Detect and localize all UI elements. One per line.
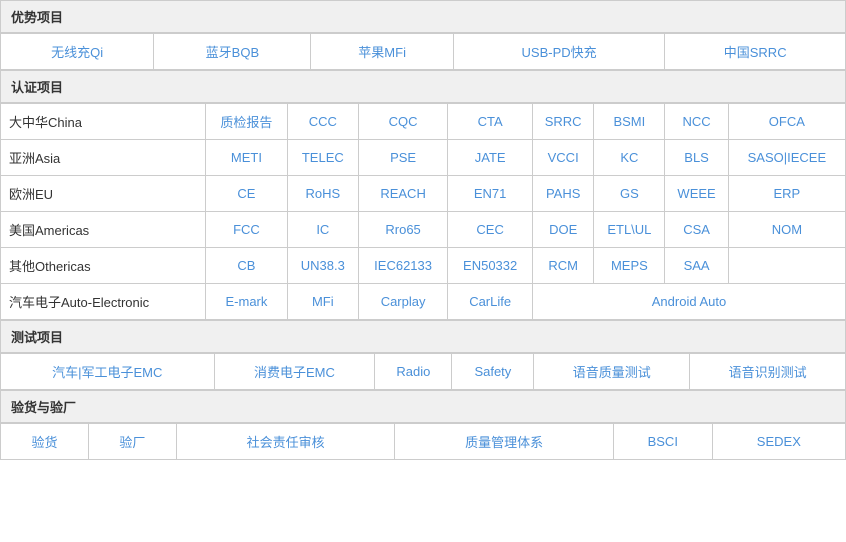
cert-label-other: 其他Othericas bbox=[1, 248, 206, 284]
cert-eu-2[interactable]: RoHS bbox=[287, 176, 358, 212]
cert-oth-4[interactable]: EN50332 bbox=[448, 248, 533, 284]
test-item-4[interactable]: Safety bbox=[452, 354, 534, 390]
inspection-title: 验货与验厂 bbox=[11, 400, 76, 415]
cert-eu-7[interactable]: WEEE bbox=[665, 176, 728, 212]
cert-china-3[interactable]: CQC bbox=[358, 104, 447, 140]
test-item-1[interactable]: 汽车|军工电子EMC bbox=[1, 354, 215, 390]
insp-item-1[interactable]: 验货 bbox=[1, 424, 89, 460]
advantages-table: 无线充Qi 蓝牙BQB 苹果MFi USB-PD快充 中国SRRC bbox=[0, 33, 846, 70]
advantages-header: 优势项目 bbox=[0, 0, 846, 33]
cert-row-china: 大中华China 质检报告 CCC CQC CTA SRRC BSMI NCC … bbox=[1, 104, 846, 140]
cert-am-8[interactable]: NOM bbox=[728, 212, 845, 248]
insp-item-5[interactable]: BSCI bbox=[613, 424, 712, 460]
cert-oth-7[interactable]: SAA bbox=[665, 248, 728, 284]
cert-auto-4[interactable]: CarLife bbox=[448, 284, 533, 320]
test-item-3[interactable]: Radio bbox=[375, 354, 452, 390]
adv-item-1[interactable]: 无线充Qi bbox=[1, 34, 154, 70]
cert-asia-6[interactable]: KC bbox=[594, 140, 665, 176]
testing-header: 测试项目 bbox=[0, 320, 846, 353]
inspection-section: 验货与验厂 验货 验厂 社会责任审核 质量管理体系 BSCI SEDEX bbox=[0, 390, 846, 460]
cert-row-other: 其他Othericas CB UN38.3 IEC62133 EN50332 R… bbox=[1, 248, 846, 284]
cert-china-4[interactable]: CTA bbox=[448, 104, 533, 140]
cert-label-asia: 亚洲Asia bbox=[1, 140, 206, 176]
insp-item-4[interactable]: 质量管理体系 bbox=[395, 424, 614, 460]
inspection-table: 验货 验厂 社会责任审核 质量管理体系 BSCI SEDEX bbox=[0, 423, 846, 460]
testing-section: 测试项目 汽车|军工电子EMC 消费电子EMC Radio Safety 语音质… bbox=[0, 320, 846, 390]
cert-asia-8[interactable]: SASO|IECEE bbox=[728, 140, 845, 176]
certification-section: 认证项目 大中华China 质检报告 CCC CQC CTA SRRC BSMI… bbox=[0, 70, 846, 320]
insp-item-2[interactable]: 验厂 bbox=[88, 424, 176, 460]
cert-am-2[interactable]: IC bbox=[287, 212, 358, 248]
cert-oth-8 bbox=[728, 248, 845, 284]
cert-asia-1[interactable]: METI bbox=[206, 140, 288, 176]
cert-eu-8[interactable]: ERP bbox=[728, 176, 845, 212]
cert-label-eu: 欧洲EU bbox=[1, 176, 206, 212]
cert-china-6[interactable]: BSMI bbox=[594, 104, 665, 140]
cert-asia-7[interactable]: BLS bbox=[665, 140, 728, 176]
cert-oth-3[interactable]: IEC62133 bbox=[358, 248, 447, 284]
certification-header: 认证项目 bbox=[0, 70, 846, 103]
inspection-row: 验货 验厂 社会责任审核 质量管理体系 BSCI SEDEX bbox=[1, 424, 846, 460]
testing-row: 汽车|军工电子EMC 消费电子EMC Radio Safety 语音质量测试 语… bbox=[1, 354, 846, 390]
cert-asia-2[interactable]: TELEC bbox=[287, 140, 358, 176]
cert-am-3[interactable]: Rro65 bbox=[358, 212, 447, 248]
insp-item-6[interactable]: SEDEX bbox=[712, 424, 845, 460]
cert-asia-5[interactable]: VCCI bbox=[532, 140, 593, 176]
cert-label-americas: 美国Americas bbox=[1, 212, 206, 248]
cert-china-1[interactable]: 质检报告 bbox=[206, 104, 288, 140]
cert-label-china: 大中华China bbox=[1, 104, 206, 140]
test-item-2[interactable]: 消费电子EMC bbox=[214, 354, 375, 390]
cert-auto-1[interactable]: E-mark bbox=[206, 284, 288, 320]
cert-am-5[interactable]: DOE bbox=[532, 212, 593, 248]
cert-am-1[interactable]: FCC bbox=[206, 212, 288, 248]
cert-eu-4[interactable]: EN71 bbox=[448, 176, 533, 212]
cert-china-7[interactable]: NCC bbox=[665, 104, 728, 140]
test-item-6[interactable]: 语音识别测试 bbox=[690, 354, 846, 390]
test-item-5[interactable]: 语音质量测试 bbox=[534, 354, 690, 390]
cert-eu-3[interactable]: REACH bbox=[358, 176, 447, 212]
cert-oth-6[interactable]: MEPS bbox=[594, 248, 665, 284]
cert-auto-2[interactable]: MFi bbox=[287, 284, 358, 320]
cert-row-eu: 欧洲EU CE RoHS REACH EN71 PAHS GS WEEE ERP bbox=[1, 176, 846, 212]
cert-oth-5[interactable]: RCM bbox=[532, 248, 593, 284]
cert-row-asia: 亚洲Asia METI TELEC PSE JATE VCCI KC BLS S… bbox=[1, 140, 846, 176]
cert-china-2[interactable]: CCC bbox=[287, 104, 358, 140]
cert-row-auto: 汽车电子Auto-Electronic E-mark MFi Carplay C… bbox=[1, 284, 846, 320]
cert-asia-3[interactable]: PSE bbox=[358, 140, 447, 176]
insp-item-3[interactable]: 社会责任审核 bbox=[176, 424, 395, 460]
inspection-header: 验货与验厂 bbox=[0, 390, 846, 423]
adv-item-4[interactable]: USB-PD快充 bbox=[453, 34, 664, 70]
cert-label-auto: 汽车电子Auto-Electronic bbox=[1, 284, 206, 320]
cert-am-7[interactable]: CSA bbox=[665, 212, 728, 248]
cert-eu-6[interactable]: GS bbox=[594, 176, 665, 212]
testing-table: 汽车|军工电子EMC 消费电子EMC Radio Safety 语音质量测试 语… bbox=[0, 353, 846, 390]
cert-auto-5[interactable]: Android Auto bbox=[532, 284, 845, 320]
adv-item-5[interactable]: 中国SRRC bbox=[665, 34, 846, 70]
testing-title: 测试项目 bbox=[11, 330, 63, 345]
adv-item-3[interactable]: 苹果MFi bbox=[311, 34, 453, 70]
cert-eu-5[interactable]: PAHS bbox=[532, 176, 593, 212]
advantages-section: 优势项目 无线充Qi 蓝牙BQB 苹果MFi USB-PD快充 中国SRRC bbox=[0, 0, 846, 70]
cert-oth-2[interactable]: UN38.3 bbox=[287, 248, 358, 284]
advantages-title: 优势项目 bbox=[11, 10, 63, 25]
cert-china-5[interactable]: SRRC bbox=[532, 104, 593, 140]
cert-am-6[interactable]: ETL\UL bbox=[594, 212, 665, 248]
cert-oth-1[interactable]: CB bbox=[206, 248, 288, 284]
adv-item-2[interactable]: 蓝牙BQB bbox=[154, 34, 311, 70]
cert-asia-4[interactable]: JATE bbox=[448, 140, 533, 176]
certification-table: 大中华China 质检报告 CCC CQC CTA SRRC BSMI NCC … bbox=[0, 103, 846, 320]
cert-eu-1[interactable]: CE bbox=[206, 176, 288, 212]
cert-china-8[interactable]: OFCA bbox=[728, 104, 845, 140]
cert-auto-3[interactable]: Carplay bbox=[358, 284, 447, 320]
cert-row-americas: 美国Americas FCC IC Rro65 CEC DOE ETL\UL C… bbox=[1, 212, 846, 248]
certification-title: 认证项目 bbox=[11, 80, 63, 95]
cert-am-4[interactable]: CEC bbox=[448, 212, 533, 248]
advantages-row: 无线充Qi 蓝牙BQB 苹果MFi USB-PD快充 中国SRRC bbox=[1, 34, 846, 70]
